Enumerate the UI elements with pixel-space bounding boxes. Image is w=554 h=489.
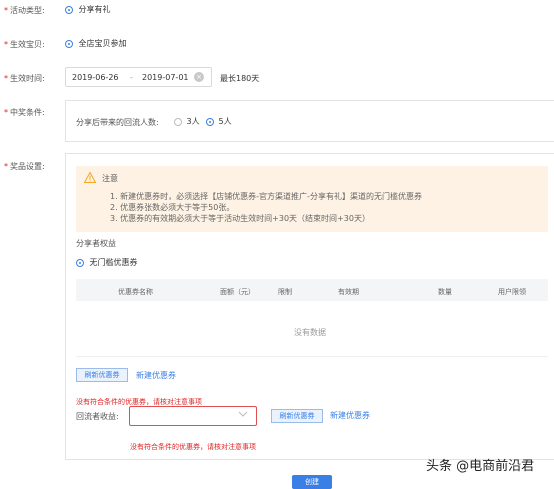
- effective-item-option-text: 全店宝贝参加: [78, 39, 127, 48]
- col-denomination: 面额（元）: [220, 288, 255, 296]
- prize-condition-label: * 中奖条件:: [4, 107, 45, 118]
- coupon-type-radio[interactable]: 无门槛优惠券: [76, 257, 138, 268]
- coupon-type-text: 无门槛优惠券: [89, 258, 138, 267]
- table-empty-row: 没有数据: [76, 301, 548, 357]
- effective-time-label: * 生效时间:: [4, 73, 45, 84]
- returner-new-coupon-link[interactable]: 新建优惠券: [330, 410, 370, 421]
- refresh-coupon-button[interactable]: 刷新优惠券: [76, 368, 128, 382]
- date-end[interactable]: 2019-07-01: [142, 73, 189, 82]
- effective-item-label: * 生效宝贝:: [4, 39, 45, 50]
- radio-selected-icon[interactable]: [206, 117, 214, 126]
- notice-line-2: 2. 优惠券张数必须大于等于50张。: [110, 203, 235, 212]
- prize-condition-box: 分享后带来的回流人数: 3人 5人: [65, 100, 554, 142]
- date-start[interactable]: 2019-06-26: [72, 73, 119, 82]
- radio-selected-icon[interactable]: [76, 258, 84, 267]
- clear-icon[interactable]: ×: [194, 72, 204, 82]
- col-coupon-name: 优惠券名称: [118, 288, 153, 296]
- col-quantity: 数量: [438, 288, 452, 296]
- option-5-text: 5人: [218, 117, 232, 126]
- warning-icon: [83, 171, 97, 185]
- prize-condition-label-text: 中奖条件:: [10, 108, 45, 117]
- notice-box: 注意 1. 新建优惠券时，必须选择【店铺优惠券-官方渠道推广-分享有礼】渠道的无…: [76, 166, 548, 232]
- chevron-down-icon: [238, 410, 248, 420]
- notice-line-1: 1. 新建优惠券时，必须选择【店铺优惠券-官方渠道推广-分享有礼】渠道的无门槛优…: [110, 192, 422, 201]
- notice-line-3: 3. 优惠券的有效期必须大于等于活动生效时间+30天（结束时间+30天）: [110, 214, 370, 223]
- required-mark: *: [4, 162, 8, 171]
- watermark: 头条 @电商前沿君: [426, 459, 535, 474]
- required-mark: *: [4, 108, 8, 117]
- required-mark: *: [4, 40, 8, 49]
- returner-label: 回流者收益:: [76, 412, 119, 421]
- activity-type-radio[interactable]: 分享有礼: [65, 4, 111, 15]
- returner-refresh-button[interactable]: 刷新优惠券: [271, 409, 323, 423]
- option-3-radio[interactable]: 3人: [174, 116, 200, 127]
- radio-selected-icon[interactable]: [65, 39, 73, 48]
- date-range-hint: 最长180天: [220, 74, 260, 83]
- option-3-text: 3人: [186, 117, 200, 126]
- sharer-rights-label: 分享者权益: [76, 239, 116, 248]
- radio-selected-icon[interactable]: [65, 5, 73, 14]
- create-button[interactable]: 创建: [292, 475, 332, 489]
- activity-type-label-text: 活动类型:: [10, 6, 45, 15]
- empty-text: 没有数据: [294, 328, 326, 337]
- effective-item-radio[interactable]: 全店宝贝参加: [65, 38, 127, 49]
- col-limit: 限制: [278, 288, 292, 296]
- col-user-limit: 用户限领: [498, 288, 526, 296]
- prize-settings-label-text: 奖品设置:: [10, 162, 45, 171]
- returner-error-message: 没有符合条件的优惠券，请核对注意事项: [130, 443, 256, 451]
- returner-select[interactable]: [129, 406, 257, 426]
- date-range-picker[interactable]: 2019-06-26 - 2019-07-01 ×: [65, 67, 212, 87]
- prize-settings-label: * 奖品设置:: [4, 161, 45, 172]
- new-coupon-link[interactable]: 新建优惠券: [136, 370, 176, 381]
- activity-type-label: * 活动类型:: [4, 5, 45, 16]
- create-button-label: 创建: [305, 478, 319, 486]
- effective-item-label-text: 生效宝贝:: [10, 40, 45, 49]
- required-mark: *: [4, 6, 8, 15]
- required-mark: *: [4, 74, 8, 83]
- col-validity: 有效期: [338, 288, 359, 296]
- activity-type-option-text: 分享有礼: [78, 5, 111, 14]
- date-separator: -: [130, 73, 133, 82]
- radio-unselected-icon[interactable]: [174, 117, 182, 126]
- effective-time-label-text: 生效时间:: [10, 74, 45, 83]
- notice-title: 注意: [102, 174, 118, 183]
- option-5-radio[interactable]: 5人: [206, 116, 232, 127]
- return-count-label: 分享后带来的回流人数:: [76, 118, 159, 127]
